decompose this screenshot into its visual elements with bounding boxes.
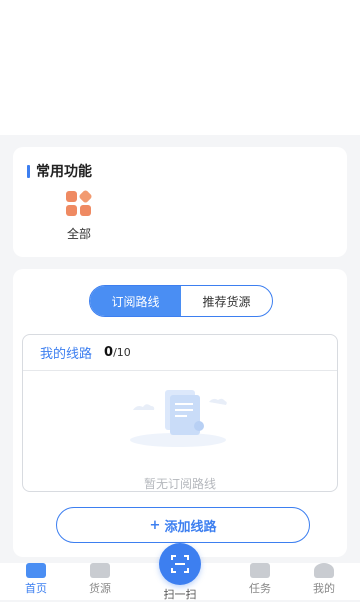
scan-button-wrap: 扫一扫	[157, 543, 203, 602]
tab-mine[interactable]: 我的	[294, 563, 354, 596]
header-blank-area	[0, 0, 360, 135]
cargo-icon	[90, 563, 110, 578]
function-item-all-label: 全部	[66, 227, 91, 241]
common-functions-title: 常用功能	[27, 161, 92, 181]
person-icon	[314, 563, 334, 578]
grid-icon	[66, 189, 93, 217]
empty-document-icon	[130, 390, 227, 447]
route-tabs: 订阅路线 推荐货源	[89, 285, 273, 317]
tab-task[interactable]: 任务	[230, 563, 290, 596]
routes-count-total: /10	[113, 346, 131, 359]
add-route-button[interactable]: + 添加线路	[56, 507, 310, 543]
common-functions-card: 常用功能 全部	[13, 147, 347, 257]
tab-cargo-label: 货源	[89, 582, 111, 595]
my-routes-panel: 我的线路 0/10 暂无订阅路线	[22, 334, 338, 492]
title-accent-bar	[27, 164, 30, 178]
tab-home-label: 首页	[25, 582, 47, 595]
common-functions-title-text: 常用功能	[36, 164, 92, 180]
tab-task-label: 任务	[249, 582, 271, 595]
scan-icon	[171, 555, 189, 573]
empty-routes-text: 暂无订阅路线	[143, 477, 216, 491]
plus-icon: +	[149, 517, 161, 533]
my-routes-label: 我的线路	[40, 347, 93, 362]
tab-mine-label: 我的	[313, 582, 335, 595]
function-item-all[interactable]: 全部	[51, 189, 107, 242]
tab-subscribed-routes[interactable]: 订阅路线	[90, 286, 181, 316]
home-icon	[26, 563, 46, 578]
routes-card: 订阅路线 推荐货源 我的线路 0/10 暂无订阅路线 + 添加线路	[13, 269, 347, 557]
tab-cargo[interactable]: 货源	[70, 563, 130, 596]
routes-count: 0	[104, 345, 114, 360]
tab-recommended-cargo[interactable]: 推荐货源	[181, 286, 272, 316]
task-icon	[250, 563, 270, 578]
my-routes-header: 我的线路 0/10	[23, 335, 337, 371]
scan-button[interactable]	[159, 543, 201, 585]
tab-home[interactable]: 首页	[6, 563, 66, 596]
add-route-button-label: 添加线路	[164, 519, 217, 535]
